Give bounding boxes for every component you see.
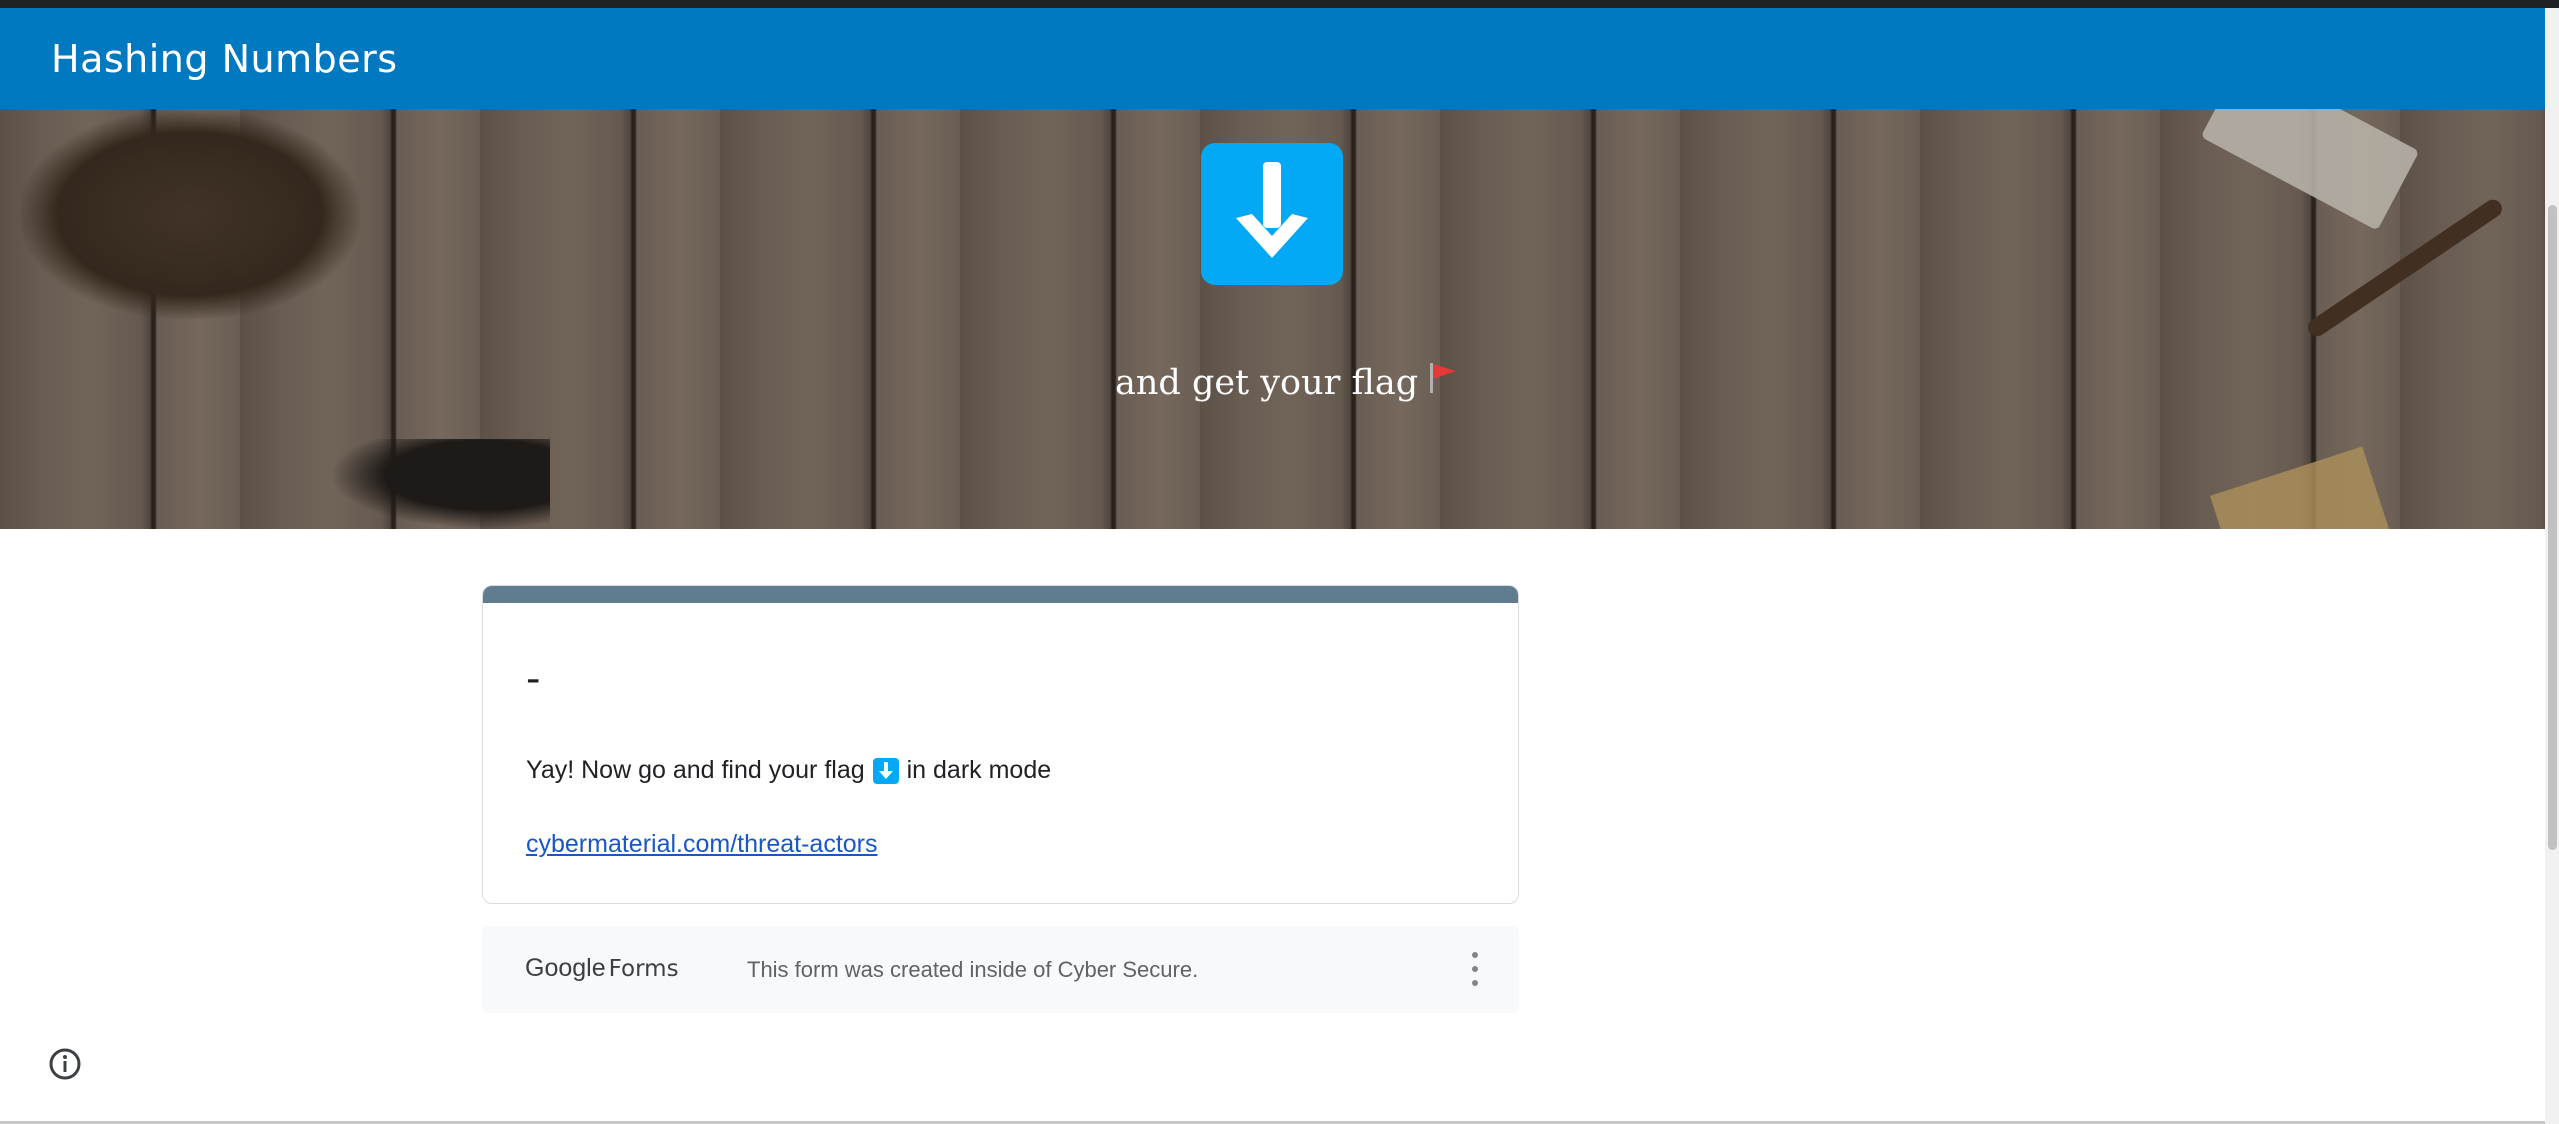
card-message: Yay! Now go and find your flag in dark m… (526, 756, 1051, 785)
down-arrow-icon (872, 757, 899, 784)
footer-note: This form was created inside of Cyber Se… (747, 957, 1199, 982)
card-accent-bar (483, 586, 1518, 603)
form-header: Hashing Numbers (0, 8, 2545, 109)
google-forms-logo: Google Forms (525, 954, 679, 983)
card-message-text: Yay! Now go and find your flag (526, 756, 865, 784)
google-logo-text: Google (525, 954, 606, 982)
more-options-icon[interactable] (1468, 952, 1482, 986)
banner-tagline: and get your flag (1115, 361, 1458, 404)
info-icon[interactable] (48, 1047, 82, 1081)
form-title: Hashing Numbers (51, 36, 398, 81)
card-message-suffix: in dark mode (906, 756, 1052, 784)
banner-tagline-text: and get your flag (1115, 362, 1419, 403)
scrollbar-thumb[interactable] (2548, 205, 2557, 850)
red-flag-icon (1428, 361, 1458, 404)
form-footer: Google Forms This form was created inside… (482, 926, 1519, 1013)
threat-actors-link[interactable]: cybermaterial.com/threat-actors (526, 830, 878, 859)
down-arrow-icon (1201, 143, 1343, 285)
window-top-strip (0, 0, 2559, 8)
forms-logo-text: Forms (608, 956, 679, 982)
card-heading: - (526, 656, 541, 702)
form-response-card: - Yay! Now go and find your flag in dark… (482, 585, 1519, 904)
